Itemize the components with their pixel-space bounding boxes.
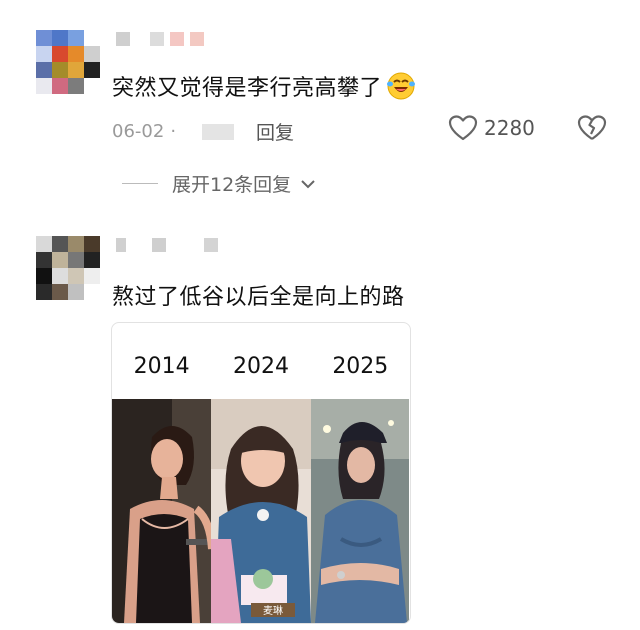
heart-icon — [448, 115, 478, 141]
reply-button[interactable]: 回复 — [256, 118, 294, 145]
broken-heart-icon — [577, 115, 607, 140]
year-label: 2024 — [232, 354, 289, 379]
location-redacted — [202, 123, 235, 140]
avatar[interactable] — [36, 236, 100, 300]
comment-text: 突然又觉得是李行亮高攀了 — [112, 70, 416, 102]
image-caption: 麦琳 — [263, 605, 283, 617]
chevron-down-icon — [301, 179, 315, 188]
divider — [122, 183, 158, 184]
expand-replies-button[interactable]: 展开12条回复 — [122, 170, 317, 197]
photo-2014 — [112, 399, 212, 623]
dislike-button[interactable] — [577, 114, 607, 146]
comment-image[interactable]: 2014 2024 2025 麦琳 — [111, 322, 411, 624]
username[interactable] — [116, 32, 204, 46]
year-label: 2025 — [332, 354, 389, 379]
comment-text: 熬过了低谷以后全是向上的路 — [112, 285, 405, 310]
year-label: 2014 — [133, 354, 190, 379]
comment-date: 06-02 — [112, 121, 165, 142]
like-count: 2280 — [484, 116, 535, 140]
comment-meta: 06-02 · 回复 — [112, 118, 294, 145]
photo-2025 — [310, 399, 410, 623]
photo-2024: 麦琳 — [211, 399, 311, 623]
like-button[interactable]: 2280 — [448, 114, 535, 142]
year-labels: 2014 2024 2025 — [112, 323, 410, 399]
laughing-crying-emoji-icon — [386, 71, 416, 101]
avatar[interactable] — [36, 30, 100, 94]
username[interactable] — [116, 238, 218, 252]
